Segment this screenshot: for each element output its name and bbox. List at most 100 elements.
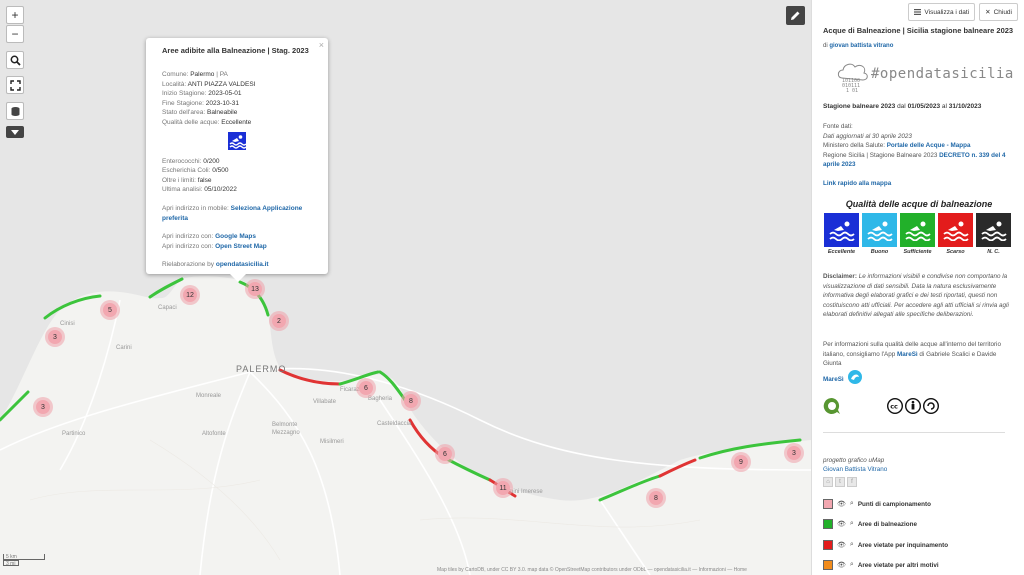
- legend-item-other[interactable]: 👁 ⌕ Aree vietate per altri motivi: [823, 560, 939, 570]
- quick-map-link[interactable]: Link rapido alla mappa: [823, 180, 891, 187]
- map-attribution[interactable]: Map tiles by CartoDB, under CC BY 3.0. m…: [437, 567, 747, 573]
- source-title: Fonte dati:: [823, 123, 853, 130]
- zoom-out-button[interactable]: −: [6, 25, 24, 43]
- map-label-palermo: PALERMO: [236, 364, 287, 374]
- map-canvas[interactable]: Capaci Cinisi Carini PALERMO Monreale Al…: [0, 0, 811, 575]
- quality-legend: Eccellente Buono Sufficiente Scarso N. C…: [824, 213, 1011, 255]
- home-icon[interactable]: ⌂: [823, 477, 833, 487]
- fullscreen-button[interactable]: [6, 76, 24, 94]
- quality-item-scarso: Scarso: [938, 213, 973, 255]
- cluster-marker[interactable]: 6: [435, 444, 455, 464]
- popup-value: ANTI PIAZZA VALDESI: [187, 80, 256, 88]
- scale-bar: 5 km 3 mi: [3, 554, 45, 567]
- legend-label: Punti di campionamento: [857, 500, 931, 508]
- zoom-icon[interactable]: ⌕: [850, 541, 854, 549]
- map-label-carini: Carini: [116, 345, 132, 351]
- eye-icon[interactable]: 👁: [837, 500, 846, 508]
- zoom-icon[interactable]: ⌕: [850, 561, 854, 569]
- popup-row-qualita: Qualità delle acque: Eccellente: [162, 118, 318, 128]
- osm-link[interactable]: Open Street Map: [215, 243, 267, 250]
- eye-icon[interactable]: 👁: [837, 561, 846, 569]
- popup-label: Enterococchi:: [162, 157, 202, 165]
- cluster-marker[interactable]: 3: [45, 327, 65, 347]
- eye-icon[interactable]: 👁: [837, 520, 846, 528]
- cloud-binary-icon: 101100 010111 1 01: [837, 63, 868, 92]
- legend-swatch: [823, 519, 833, 529]
- quick-link-block: Link rapido alla mappa: [823, 179, 1013, 189]
- facebook-icon[interactable]: f: [847, 477, 857, 487]
- zoom-icon[interactable]: ⌕: [850, 520, 854, 528]
- quality-title: Qualità delle acque di balneazione: [845, 199, 993, 209]
- view-data-button[interactable]: Visualizza i dati: [908, 3, 976, 21]
- close-sidebar-button[interactable]: ✕ Chiudi: [979, 3, 1018, 21]
- cluster-marker[interactable]: 5: [100, 300, 120, 320]
- search-icon: [10, 55, 21, 66]
- cluster-marker[interactable]: 3: [33, 397, 53, 417]
- cluster-count: 3: [787, 446, 801, 460]
- cc-license-badge[interactable]: cc: [887, 398, 1024, 414]
- cluster-marker[interactable]: 8: [646, 488, 666, 508]
- cluster-count: 8: [404, 394, 418, 408]
- zoom-icon[interactable]: ⌕: [850, 500, 854, 508]
- quality-label: Sufficiente: [903, 249, 932, 255]
- qgis-icon: [823, 397, 840, 414]
- maresi-logo[interactable]: MareSì: [823, 369, 1013, 385]
- info-sidebar: Visualizza i dati ✕ Chiudi Acque di Baln…: [811, 0, 1024, 575]
- legend-label: Aree vietate per inquinamento: [857, 541, 949, 549]
- cluster-marker[interactable]: 13: [245, 279, 265, 299]
- map-label-cinisi: Cinisi: [60, 321, 75, 327]
- layers-button[interactable]: [6, 102, 24, 120]
- sidebar-toolbar: Visualizza i dati ✕ Chiudi: [908, 3, 1018, 21]
- season-from: dal: [895, 103, 908, 110]
- cluster-marker[interactable]: 8: [401, 391, 421, 411]
- zoom-in-button[interactable]: +: [6, 6, 24, 24]
- more-controls-button[interactable]: [6, 126, 24, 138]
- legend-label: Aree vietate per altri motivi: [857, 561, 939, 569]
- popup-label: Apri indirizzo in mobile:: [162, 204, 229, 212]
- project-text: progetto grafico uMap: [823, 457, 885, 464]
- map-label-belmonte: Belmonte Mezzagno: [272, 422, 300, 436]
- project-author-link[interactable]: Giovan Battista Vitrano: [823, 466, 887, 473]
- quality-label: Eccellente: [827, 249, 856, 255]
- map-label-capaci: Capaci: [158, 305, 177, 311]
- popup-value: 0/500: [212, 167, 229, 175]
- season-label: Stagione balneare 2023: [823, 103, 896, 110]
- legend-item-polluted[interactable]: 👁 ⌕ Aree vietate per inquinamento: [823, 540, 948, 550]
- popup-value: Eccellente: [221, 118, 252, 126]
- cluster-marker[interactable]: 3: [784, 443, 804, 463]
- map-base-layer: [0, 276, 811, 575]
- legend-label: Aree di balneazione: [857, 520, 917, 528]
- edit-map-button[interactable]: [786, 6, 805, 25]
- legend-item-bathing[interactable]: 👁 ⌕ Aree di balneazione: [823, 519, 917, 529]
- author-link[interactable]: giovan battista vitrano: [829, 43, 893, 49]
- cluster-marker[interactable]: 12: [180, 285, 200, 305]
- popup-value: 0/200: [203, 157, 220, 165]
- cluster-marker[interactable]: 9: [731, 452, 751, 472]
- popup-value: 2023-10-31: [205, 99, 239, 107]
- search-button[interactable]: [6, 51, 24, 69]
- popup-close-button[interactable]: ×: [319, 40, 324, 50]
- view-data-label: Visualizza i dati: [924, 8, 970, 16]
- legend-item-points[interactable]: 👁 ⌕ Punti di campionamento: [823, 499, 931, 509]
- quality-label: N. C.: [987, 249, 1000, 255]
- cluster-marker[interactable]: 2: [269, 311, 289, 331]
- dolphin-icon: [847, 370, 862, 384]
- popup-value: false: [197, 176, 212, 184]
- popup-label: Stato dell'area:: [162, 109, 206, 117]
- maresi-link[interactable]: MareSì: [897, 351, 918, 358]
- popup-label: Fine Stagione:: [162, 99, 204, 107]
- quality-label: Scarso: [946, 249, 965, 255]
- ministry-portal-link[interactable]: Portale delle Acque - Mappa: [887, 142, 971, 149]
- google-maps-link[interactable]: Google Maps: [215, 233, 256, 240]
- scale-mi: 3 mi: [3, 560, 19, 567]
- popup-row-riel: Rielaborazione by opendatasicilia.it: [162, 260, 318, 270]
- opendatasicilia-link[interactable]: opendatasicilia.it: [216, 261, 269, 268]
- popup-row-fine: Fine Stagione: 2023-10-31: [162, 99, 318, 109]
- cc-by-sa-icon: cc: [887, 398, 939, 414]
- swimmer-icon: [938, 213, 973, 247]
- cluster-marker[interactable]: 11: [493, 478, 513, 498]
- cluster-marker[interactable]: 6: [356, 378, 376, 398]
- eye-icon[interactable]: 👁: [837, 541, 846, 549]
- swimmer-icon: [862, 213, 897, 247]
- twitter-icon[interactable]: t: [835, 477, 845, 487]
